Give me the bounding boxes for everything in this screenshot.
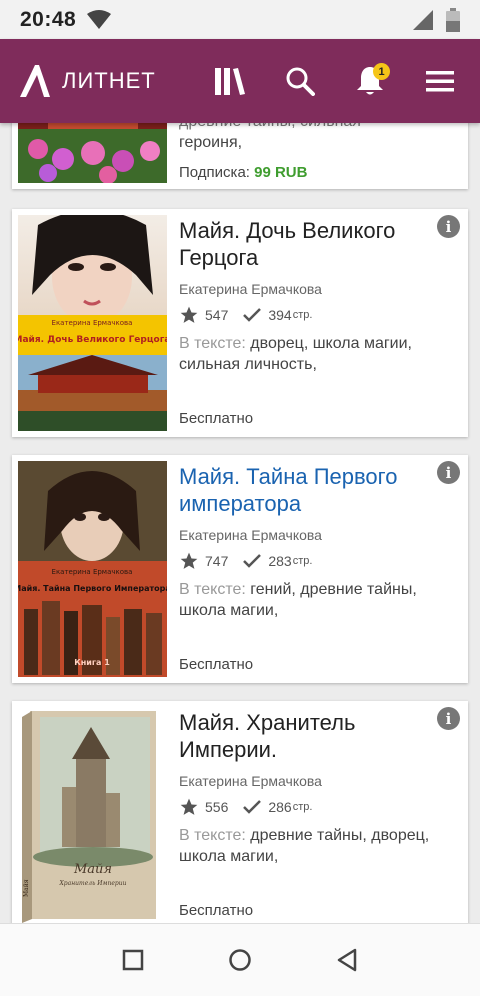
- subscription-price: Подписка: 99 RUB: [179, 164, 307, 181]
- status-bar: 20:48: [0, 0, 480, 39]
- menu-button[interactable]: [418, 59, 462, 103]
- subscription-label: Подписка:: [179, 164, 250, 181]
- info-icon[interactable]: i: [437, 707, 460, 730]
- page-unit: стр.: [292, 309, 313, 321]
- book-title[interactable]: Майя. Тайна Первого императора: [179, 463, 460, 517]
- rating-count: 747: [205, 553, 229, 569]
- book-stats: 547 394 стр.: [179, 305, 460, 325]
- star-icon: [180, 306, 198, 323]
- book-tags: В тексте: гений, древние тайны, школа ма…: [179, 579, 460, 621]
- book-card-partial[interactable]: древние тайны, сильная героиня, Подписка…: [12, 123, 468, 189]
- book-cover[interactable]: Майя Хранитель Империи Майя: [18, 707, 167, 923]
- wifi-icon: [87, 9, 112, 29]
- book-info: Майя. Дочь Великого Герцога Екатерина Ер…: [179, 217, 460, 375]
- book-card[interactable]: Екатерина Ермачкова Майя. Дочь Великого …: [12, 209, 468, 437]
- book-list: древние тайны, сильная героиня, Подписка…: [0, 123, 480, 923]
- book-info: Майя. Тайна Первого императора Екатерина…: [179, 463, 460, 621]
- book-info: Майя. Хранитель Империи. Екатерина Ермач…: [179, 709, 460, 867]
- recents-button[interactable]: [111, 938, 155, 982]
- rating-count: 556: [205, 799, 229, 815]
- system-nav-bar: [0, 923, 480, 996]
- book-card[interactable]: Майя Хранитель Империи Майя Майя. Хранит…: [12, 701, 468, 923]
- page-unit: стр.: [292, 801, 313, 813]
- book-price: Бесплатно: [179, 410, 254, 427]
- tags-label: В тексте:: [179, 581, 246, 598]
- cover-title-text: Майя. Дочь Великого Герцога: [18, 335, 167, 345]
- book-price: Бесплатно: [179, 656, 254, 673]
- book-tags: В тексте: древние тайны, дворец, школа м…: [179, 825, 460, 867]
- tags-label: В тексте:: [179, 827, 246, 844]
- logo-text: ЛИТНЕТ: [62, 68, 156, 93]
- info-icon[interactable]: i: [437, 461, 460, 484]
- partial-tags-line: героиня,: [179, 134, 243, 151]
- book-author[interactable]: Екатерина Ермачкова: [179, 527, 460, 543]
- book-stats: 747 283 стр.: [179, 551, 460, 571]
- page-count: 394: [268, 307, 292, 323]
- cover-author-text: Екатерина Ермачкова: [52, 568, 133, 576]
- star-icon: [180, 552, 198, 569]
- subscription-amount: 99 RUB: [254, 164, 308, 181]
- book-author[interactable]: Екатерина Ермачкова: [179, 281, 460, 297]
- book-title[interactable]: Майя. Дочь Великого Герцога: [179, 217, 460, 271]
- info-icon[interactable]: i: [437, 215, 460, 238]
- book-cover[interactable]: Екатерина Ермачкова Майя. Тайна Первого …: [18, 461, 167, 677]
- triangle-back-icon: [337, 948, 356, 972]
- rating-count: 547: [205, 307, 229, 323]
- search-icon: [286, 67, 315, 96]
- partial-tags-line: древние тайны, сильная: [179, 123, 459, 132]
- cover-author-text: Екатерина Ермачкова: [52, 319, 133, 327]
- app-bar: ЛИТНЕТ 1: [0, 39, 480, 123]
- status-time: 20:48: [20, 7, 77, 31]
- checkmark-icon: [243, 308, 262, 322]
- book-card[interactable]: Екатерина Ермачкова Майя. Тайна Первого …: [12, 455, 468, 683]
- square-recents-icon: [123, 949, 144, 971]
- book-price: Бесплатно: [179, 902, 254, 919]
- litnet-logo-icon: [20, 65, 50, 97]
- cover-subtitle-text: Хранитель Империи: [59, 880, 127, 887]
- book-title[interactable]: Майя. Хранитель Империи.: [179, 709, 460, 763]
- cover-book-number: Книга 1: [74, 658, 110, 667]
- book-author[interactable]: Екатерина Ермачкова: [179, 773, 460, 789]
- library-icon: [215, 68, 245, 95]
- hamburger-menu-icon: [426, 71, 454, 92]
- notification-badge: 1: [373, 63, 390, 80]
- tags-label: В тексте:: [179, 335, 246, 352]
- book-tags: В тексте: дворец, школа магии, сильная л…: [179, 333, 460, 375]
- search-button[interactable]: [278, 59, 322, 103]
- circle-home-icon: [229, 949, 251, 971]
- notifications-button[interactable]: 1: [348, 59, 392, 103]
- book-cover[interactable]: [18, 123, 167, 183]
- partial-tags: древние тайны, сильная героиня,: [179, 123, 459, 153]
- cover-title-text: Майя. Тайна Первого Императора: [18, 584, 167, 593]
- battery-icon: [446, 7, 460, 32]
- library-button[interactable]: [208, 59, 252, 103]
- home-button[interactable]: [218, 938, 262, 982]
- checkmark-icon: [243, 800, 262, 814]
- book-stats: 556 286 стр.: [179, 797, 460, 817]
- logo[interactable]: ЛИТНЕТ: [18, 63, 156, 99]
- cover-spine-text: Майя: [23, 879, 30, 897]
- back-button[interactable]: [325, 938, 369, 982]
- signal-icon: [413, 9, 433, 30]
- cover-title-text: Майя: [73, 862, 112, 877]
- page-unit: стр.: [292, 555, 313, 567]
- star-icon: [180, 798, 198, 815]
- book-cover[interactable]: Екатерина Ермачкова Майя. Дочь Великого …: [18, 215, 167, 431]
- page-count: 286: [268, 799, 292, 815]
- page-count: 283: [268, 553, 292, 569]
- checkmark-icon: [243, 554, 262, 568]
